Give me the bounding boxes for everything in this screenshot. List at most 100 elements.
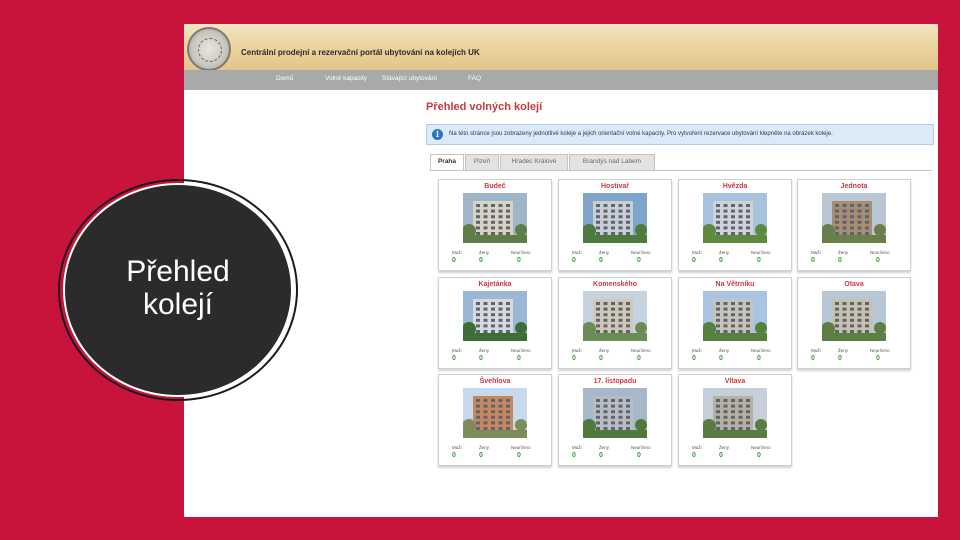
stat-women: Ženy 0 <box>719 348 749 362</box>
university-seal-logo[interactable] <box>187 27 231 71</box>
dorm-photo[interactable] <box>822 291 886 341</box>
stat-label-women: Ženy <box>838 250 849 255</box>
dorm-name[interactable]: Kajetánka <box>439 281 551 288</box>
dorm-card[interactable]: Jednota Muži 0 Ženy 0 Neurčeno 0 <box>797 179 911 271</box>
dorm-card[interactable]: Vltava Muži 0 Ženy 0 Neurčeno 0 <box>678 374 792 466</box>
stat-value-men: 0 <box>572 257 576 264</box>
stat-value-women: 0 <box>479 355 483 362</box>
stat-value-men: 0 <box>572 452 576 459</box>
tab-hradec-kralove[interactable]: Hradec Králové <box>500 154 568 170</box>
nav-item-home[interactable]: Domů <box>276 75 293 82</box>
stat-unspecified: Neurčeno 0 <box>870 250 900 264</box>
dorm-photo[interactable] <box>703 193 767 243</box>
stat-women: Ženy 0 <box>719 445 749 459</box>
stat-men: Muži 0 <box>692 445 722 459</box>
stat-women: Ženy 0 <box>599 250 629 264</box>
stat-label-men: Muži <box>811 250 821 255</box>
stat-label-unspecified: Neurčeno <box>751 445 771 450</box>
dorm-name[interactable]: Vltava <box>679 378 791 385</box>
nav-item-faq[interactable]: FAQ <box>468 75 481 82</box>
dorm-name[interactable]: Budeč <box>439 183 551 190</box>
stat-unspecified: Neurčeno 0 <box>511 445 541 459</box>
dorm-name[interactable]: Hvězda <box>679 183 791 190</box>
overlay-title-line2: kolejí <box>142 288 214 321</box>
stat-value-women: 0 <box>599 257 603 264</box>
stat-label-men: Muži <box>692 445 702 450</box>
dorm-name[interactable]: Švehlova <box>439 378 551 385</box>
stat-label-unspecified: Neurčeno <box>631 250 651 255</box>
stat-men: Muži 0 <box>811 348 841 362</box>
dorm-photo[interactable] <box>463 388 527 438</box>
stat-men: Muži 0 <box>572 250 602 264</box>
dorm-photo[interactable] <box>583 388 647 438</box>
stat-value-men: 0 <box>452 452 456 459</box>
dorm-name[interactable]: 17. listopadu <box>559 378 671 385</box>
dorm-name[interactable]: Na Větrníku <box>679 281 791 288</box>
stat-label-men: Muži <box>692 348 702 353</box>
stat-women: Ženy 0 <box>479 348 509 362</box>
dorm-photo[interactable] <box>703 291 767 341</box>
dorm-card[interactable]: Otava Muži 0 Ženy 0 Neurčeno 0 <box>797 277 911 369</box>
dorm-name[interactable]: Otava <box>798 281 910 288</box>
dorm-name[interactable]: Hostivař <box>559 183 671 190</box>
dorm-card[interactable]: Na Větrníku Muži 0 Ženy 0 Neurčeno 0 <box>678 277 792 369</box>
stat-value-men: 0 <box>692 452 696 459</box>
stat-men: Muži 0 <box>692 250 722 264</box>
dorm-photo[interactable] <box>583 291 647 341</box>
stat-value-men: 0 <box>452 355 456 362</box>
dorm-card[interactable]: Budeč Muži 0 Ženy 0 Neurčeno 0 <box>438 179 552 271</box>
stat-label-women: Ženy <box>599 250 610 255</box>
portal-banner: Centrální prodejní a rezervační portál u… <box>184 24 938 71</box>
stat-label-men: Muži <box>572 250 582 255</box>
dorm-card[interactable]: Hvězda Muži 0 Ženy 0 Neurčeno 0 <box>678 179 792 271</box>
portal-title: Centrální prodejní a rezervační portál u… <box>241 48 480 57</box>
stat-value-men: 0 <box>692 355 696 362</box>
stat-label-unspecified: Neurčeno <box>751 348 771 353</box>
stat-women: Ženy 0 <box>599 348 629 362</box>
dorm-card[interactable]: Švehlova Muži 0 Ženy 0 Neurčeno 0 <box>438 374 552 466</box>
stat-value-women: 0 <box>838 355 842 362</box>
overlay-title: Přehled kolejí <box>63 255 293 321</box>
dorm-card[interactable]: Hostivař Muži 0 Ženy 0 Neurčeno 0 <box>558 179 672 271</box>
dorm-name[interactable]: Komenského <box>559 281 671 288</box>
browser-screenshot: Centrální prodejní a rezervační portál u… <box>184 24 938 517</box>
stat-value-women: 0 <box>719 355 723 362</box>
dorm-photo[interactable] <box>822 193 886 243</box>
stat-unspecified: Neurčeno 0 <box>631 445 661 459</box>
tab-praha[interactable]: Praha <box>430 154 464 171</box>
stat-label-men: Muži <box>452 250 462 255</box>
dorm-card[interactable]: 17. listopadu Muži 0 Ženy 0 Neurčeno 0 <box>558 374 672 466</box>
stat-men: Muži 0 <box>572 348 602 362</box>
stat-men: Muži 0 <box>452 250 482 264</box>
dorm-photo[interactable] <box>703 388 767 438</box>
stat-value-women: 0 <box>599 452 603 459</box>
stat-label-unspecified: Neurčeno <box>631 445 651 450</box>
stat-value-men: 0 <box>692 257 696 264</box>
dorm-card[interactable]: Komenského Muži 0 Ženy 0 Neurčeno 0 <box>558 277 672 369</box>
dorm-photo[interactable] <box>463 291 527 341</box>
stat-unspecified: Neurčeno 0 <box>631 250 661 264</box>
stat-men: Muži 0 <box>811 250 841 264</box>
stat-unspecified: Neurčeno 0 <box>511 250 541 264</box>
stat-value-women: 0 <box>719 257 723 264</box>
stat-women: Ženy 0 <box>838 348 868 362</box>
stat-value-women: 0 <box>838 257 842 264</box>
tab-brandys[interactable]: Brandýs nad Labem <box>569 154 655 170</box>
stat-unspecified: Neurčeno 0 <box>870 348 900 362</box>
nav-item-current-accommodation[interactable]: Stávající ubytování <box>382 75 437 82</box>
stat-unspecified: Neurčeno 0 <box>751 250 781 264</box>
dorm-card[interactable]: Kajetánka Muži 0 Ženy 0 Neurčeno 0 <box>438 277 552 369</box>
stat-men: Muži 0 <box>452 348 482 362</box>
nav-item-free-capacity[interactable]: Volné kapacity <box>325 75 367 82</box>
stat-label-men: Muži <box>692 250 702 255</box>
dorm-photo[interactable] <box>463 193 527 243</box>
dorm-name[interactable]: Jednota <box>798 183 910 190</box>
stat-value-unspecified: 0 <box>517 355 521 362</box>
dorm-photo[interactable] <box>583 193 647 243</box>
stat-unspecified: Neurčeno 0 <box>751 445 781 459</box>
stat-value-unspecified: 0 <box>757 257 761 264</box>
page-title: Přehled volných kolejí <box>426 101 543 113</box>
stat-label-women: Ženy <box>719 348 730 353</box>
stat-value-women: 0 <box>719 452 723 459</box>
tab-plzen[interactable]: Plzeň <box>465 154 499 170</box>
